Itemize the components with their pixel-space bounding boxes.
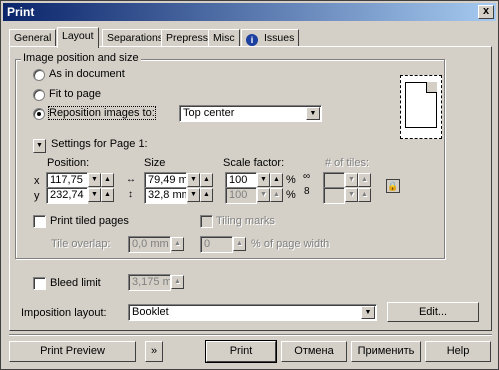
imposition-layout-value: Booklet: [132, 306, 169, 318]
tiles-y-spin-up: ▲: [358, 188, 371, 202]
size-height-spin-down[interactable]: ▼: [187, 188, 200, 202]
footer-divider: [9, 334, 492, 336]
scale-x-spin-down[interactable]: ▼: [257, 173, 270, 187]
tile-overlap-label: Tile overlap:: [51, 238, 111, 250]
print-preview-button[interactable]: Print Preview: [9, 341, 136, 362]
tiles-y-field: [323, 187, 345, 204]
position-y-spin-down[interactable]: ▼: [88, 188, 101, 202]
size-width-spin-down[interactable]: ▼: [187, 173, 200, 187]
scale-x-unit: %: [286, 174, 296, 186]
link-chain-vertical-icon: 8: [304, 186, 310, 197]
close-icon[interactable]: x: [478, 5, 494, 19]
print-tiled-pages-label: Print tiled pages: [50, 215, 129, 227]
link-chain-icon: ∞: [303, 171, 310, 182]
tiling-marks-label: Tiling marks: [216, 215, 275, 227]
page-preview: [400, 75, 442, 139]
position-y-spin-up[interactable]: ▲: [101, 188, 114, 202]
cancel-button[interactable]: Отмена: [281, 341, 347, 362]
lock-icon[interactable]: 🔒: [386, 179, 400, 193]
settings-expand-button[interactable]: ▼: [33, 139, 46, 153]
image-position-label: Image position and size: [21, 52, 141, 64]
scale-y-spin-down: ▼: [257, 188, 270, 202]
tab-issues[interactable]: i Issues: [241, 29, 300, 47]
tab-layout[interactable]: Layout: [57, 27, 99, 48]
chevron-down-icon[interactable]: ▼: [361, 306, 375, 319]
size-label: Size: [144, 157, 166, 169]
tile-overlap-spin: ▲: [171, 237, 184, 251]
scale-x-spin-up[interactable]: ▲: [270, 173, 283, 187]
print-button[interactable]: Print: [205, 340, 277, 363]
page-fold-icon: [426, 82, 437, 93]
help-button[interactable]: Help: [425, 341, 491, 362]
tiles-y-spin-down: ▼: [345, 188, 358, 202]
page-width-suffix: % of page width: [251, 238, 330, 250]
scale-y-spin-up: ▲: [270, 188, 283, 202]
imposition-layout-label: Imposition layout:: [21, 307, 107, 319]
collapse-preview-button[interactable]: »: [145, 341, 163, 362]
tiles-label: # of tiles:: [325, 157, 370, 169]
print-tiled-pages-checkbox[interactable]: [33, 215, 46, 228]
title-bar: Print x: [3, 3, 496, 21]
chevron-down-icon[interactable]: ▼: [306, 107, 320, 120]
page-width-spin: ▲: [233, 237, 246, 251]
settings-page-label: Settings for Page 1:: [51, 138, 148, 150]
imposition-layout-select[interactable]: Booklet ▼: [128, 304, 377, 321]
size-height-field[interactable]: 32,8 mm: [144, 187, 187, 204]
edit-button[interactable]: Edit...: [387, 302, 479, 322]
bleed-limit-checkbox[interactable]: [33, 277, 46, 290]
position-label: Position:: [47, 157, 90, 169]
size-height-spin-up[interactable]: ▲: [200, 188, 213, 202]
info-icon: i: [246, 34, 258, 46]
y-label: y: [34, 190, 40, 202]
tab-strip: General Layout Separations Prepress Misc…: [9, 27, 489, 48]
reposition-select[interactable]: Top center ▼: [179, 105, 322, 122]
scale-y-unit: %: [286, 189, 296, 201]
reposition-radio[interactable]: [33, 108, 45, 120]
reposition-select-value: Top center: [183, 107, 235, 119]
tile-overlap-field: 0,0 mm: [128, 236, 171, 253]
bleed-limit-label: Bleed limit: [50, 277, 101, 289]
bleed-limit-field: 3,175 m: [128, 274, 171, 291]
scale-y-field: 100: [225, 187, 257, 204]
print-dialog: Print x General Layout Separations Prepr…: [0, 0, 499, 370]
position-x-spin-down[interactable]: ▼: [88, 173, 101, 187]
fit-to-page-radio[interactable]: [33, 89, 45, 101]
tiles-x-spin-down: ▼: [345, 173, 358, 187]
tiling-marks-checkbox: [200, 215, 213, 228]
reposition-label: Reposition images to:: [48, 106, 156, 120]
horizontal-arrows-icon: ↔: [126, 174, 136, 185]
vertical-arrows-icon: ↕: [128, 189, 133, 200]
tiles-x-spin-up: ▲: [358, 173, 371, 187]
tab-separations[interactable]: Separations: [102, 29, 169, 47]
as-in-document-label: As in document: [49, 68, 125, 80]
apply-button[interactable]: Применить: [351, 341, 421, 362]
position-y-field[interactable]: 232,74: [46, 187, 88, 204]
window-title: Print: [7, 5, 35, 19]
as-in-document-radio[interactable]: [33, 69, 45, 81]
x-label: x: [34, 175, 40, 187]
page-width-field: 0: [200, 236, 233, 253]
bleed-limit-spin: ▲: [171, 275, 184, 289]
tab-prepress[interactable]: Prepress: [161, 29, 214, 47]
size-width-spin-up[interactable]: ▲: [200, 173, 213, 187]
fit-to-page-label: Fit to page: [49, 88, 101, 100]
tab-general[interactable]: General: [9, 29, 57, 47]
tab-misc[interactable]: Misc: [208, 29, 240, 47]
scale-factor-label: Scale factor:: [223, 157, 285, 169]
position-x-spin-up[interactable]: ▲: [101, 173, 114, 187]
